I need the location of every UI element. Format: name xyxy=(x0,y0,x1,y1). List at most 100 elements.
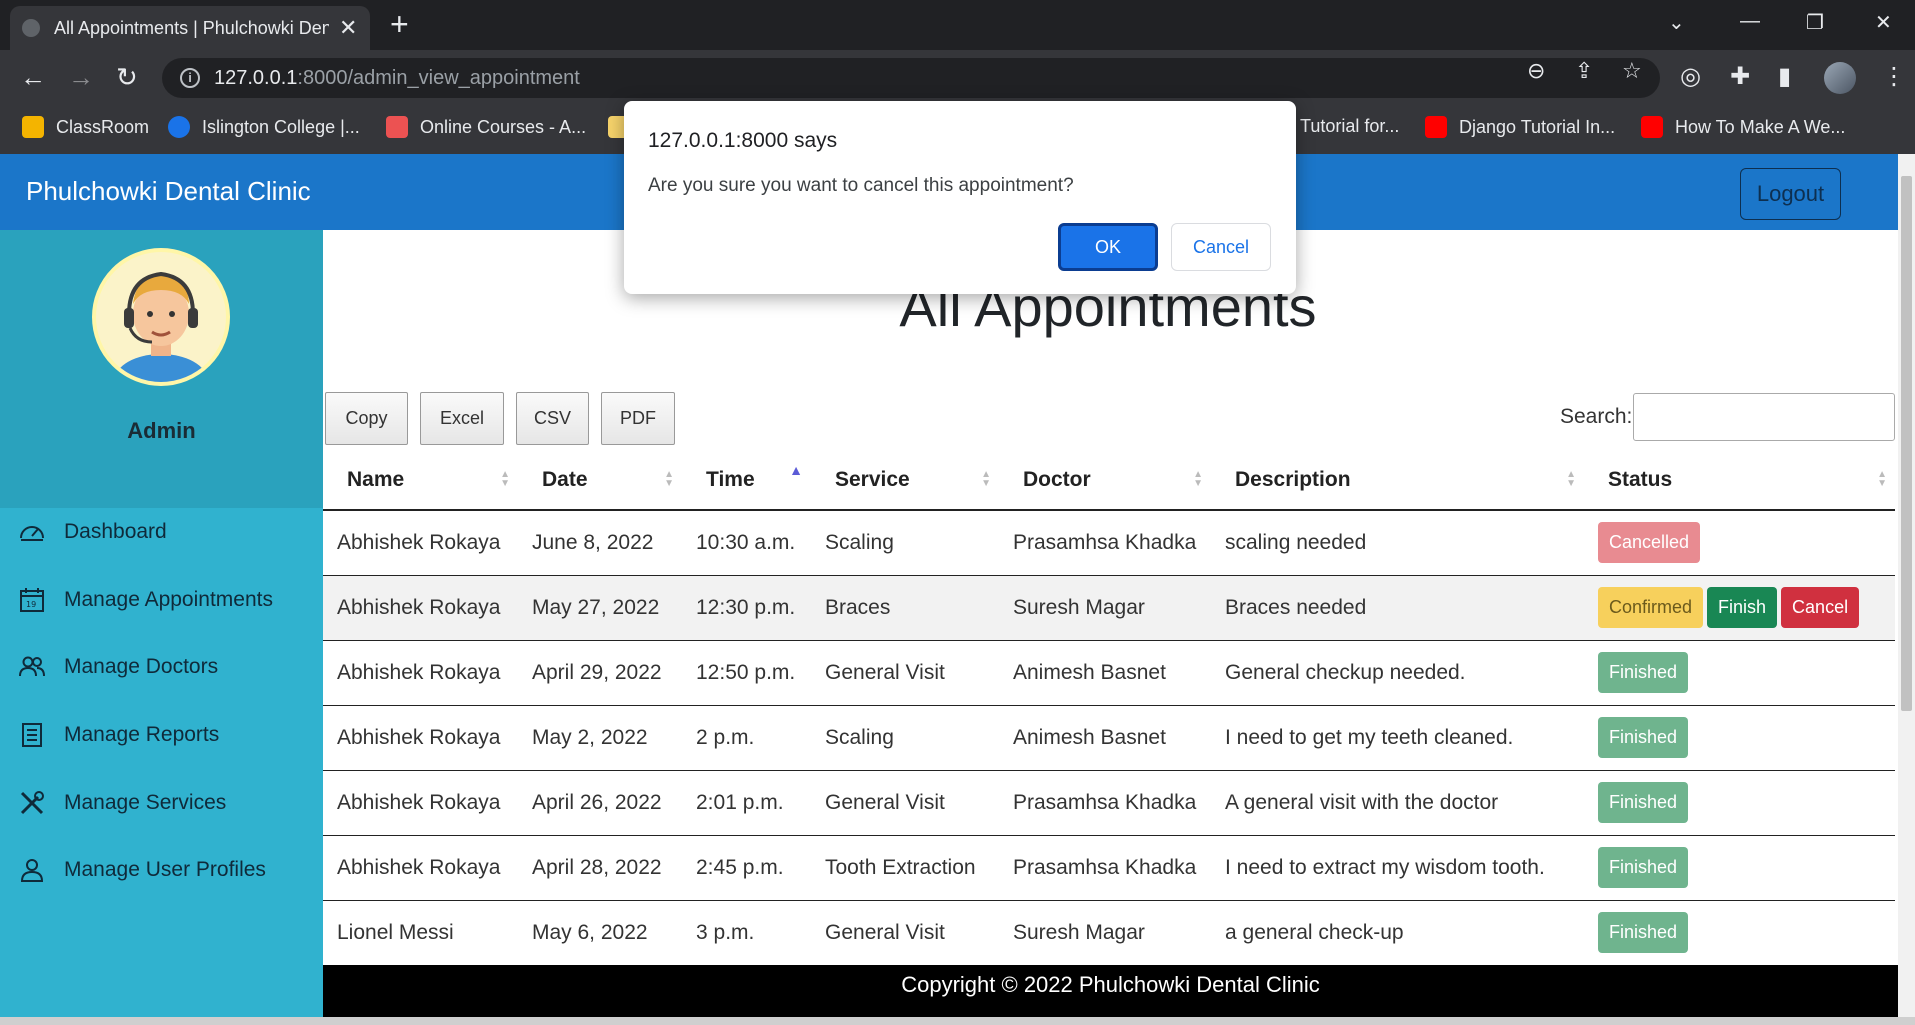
zoom-icon[interactable]: ⊖ xyxy=(1527,58,1545,84)
cell-time: 3 p.m. xyxy=(682,900,811,966)
table-row: Abhishek Rokaya April 29, 2022 12:50 p.m… xyxy=(323,640,1895,706)
bookmark-item[interactable]: Islington College |... xyxy=(168,116,360,138)
calendar-icon: 19 xyxy=(20,588,44,612)
column-header-doctor[interactable]: Doctor ▲ ▼ xyxy=(999,450,1211,511)
sidebar-item-reports[interactable]: Manage Reports xyxy=(18,721,219,749)
search-label: Search: xyxy=(1560,405,1633,428)
vertical-scrollbar[interactable] xyxy=(1898,154,1915,1017)
cell-service: General Visit xyxy=(811,900,999,966)
user-icon xyxy=(20,859,44,882)
pdf-button[interactable]: PDF xyxy=(601,392,675,445)
url-path: :8000/admin_view_appointment xyxy=(297,66,580,89)
bookmark-item[interactable]: Django Tutorial In... xyxy=(1425,116,1615,138)
udemy-icon xyxy=(386,116,408,138)
scrollbar-thumb[interactable] xyxy=(1901,176,1912,711)
bookmark-item[interactable]: Tutorial for... xyxy=(1300,116,1399,137)
cell-description: A general visit with the doctor xyxy=(1211,770,1584,836)
status-badge: Finished xyxy=(1598,717,1689,758)
cell-doctor: Animesh Basnet xyxy=(999,705,1211,771)
horizontal-scrollbar[interactable] xyxy=(0,1017,1915,1025)
new-tab-icon[interactable]: + xyxy=(390,8,409,40)
bookmark-label: ClassRoom xyxy=(56,116,150,137)
url-host: 127.0.0.1 xyxy=(214,66,298,89)
csv-button[interactable]: CSV xyxy=(516,392,589,445)
sort-ascending-icon: ▲ xyxy=(789,462,803,478)
confirm-dialog: 127.0.0.1:8000 says Are you sure you wan… xyxy=(624,101,1296,294)
restore-icon[interactable]: ❐ xyxy=(1806,10,1824,35)
finish-button[interactable]: Finish xyxy=(1707,587,1778,628)
cell-time: 2:01 p.m. xyxy=(682,770,811,836)
cell-date: June 8, 2022 xyxy=(518,510,682,576)
logout-button[interactable]: Logout xyxy=(1740,168,1841,220)
cell-service: General Visit xyxy=(811,770,999,836)
side-panel-icon[interactable]: ▮ xyxy=(1778,62,1791,91)
cell-date: April 29, 2022 xyxy=(518,640,682,706)
column-header-label: Date xyxy=(542,467,588,491)
tab-close-icon[interactable]: ✕ xyxy=(339,15,357,41)
search-input[interactable] xyxy=(1633,393,1895,441)
cancel-appointment-button[interactable]: Cancel xyxy=(1781,587,1860,628)
column-header-status[interactable]: Status ▲ ▼ xyxy=(1584,450,1895,511)
cell-description: I need to get my teeth cleaned. xyxy=(1211,705,1584,771)
bookmark-label: Online Courses - A... xyxy=(420,116,587,137)
browser-tab[interactable]: All Appointments | Phulchowki Dental Cli… xyxy=(10,6,370,50)
reload-icon[interactable]: ↻ xyxy=(116,62,138,92)
bookmark-item[interactable]: Online Courses - A... xyxy=(386,116,586,138)
column-header-label: Name xyxy=(347,467,405,491)
extensions-puzzle-icon[interactable]: ✚ xyxy=(1730,62,1750,91)
sidebar-item-doctors[interactable]: Manage Doctors xyxy=(18,653,218,681)
cell-time: 12:30 p.m. xyxy=(682,575,811,641)
sidebar-item-label: Manage Appointments xyxy=(64,588,273,611)
cell-doctor: Prasamhsa Khadka xyxy=(999,835,1211,901)
cell-name: Abhishek Rokaya xyxy=(323,510,518,576)
table-row: Abhishek Rokaya April 28, 2022 2:45 p.m.… xyxy=(323,835,1895,901)
window-close-icon[interactable]: ✕ xyxy=(1875,10,1892,35)
site-info-icon[interactable]: i xyxy=(180,68,200,88)
back-icon[interactable]: ← xyxy=(20,62,46,92)
status-badge: Cancelled xyxy=(1598,522,1701,564)
column-header-description[interactable]: Description ▲ ▼ xyxy=(1211,450,1584,511)
copy-button[interactable]: Copy xyxy=(325,392,408,445)
address-bar[interactable]: i 127.0.0.1:8000/admin_view_appointment xyxy=(162,58,1660,98)
cell-date: May 2, 2022 xyxy=(518,705,682,771)
dialog-ok-button[interactable]: OK xyxy=(1058,223,1158,271)
minimize-icon[interactable]: — xyxy=(1740,10,1760,33)
forward-icon[interactable]: → xyxy=(68,62,94,92)
sidebar-item-user-profiles[interactable]: Manage User Profiles xyxy=(18,856,266,884)
excel-button[interactable]: Excel xyxy=(420,392,504,445)
share-icon[interactable]: ⇪ xyxy=(1575,58,1593,84)
table-header-row: Name ▲ ▼ Date ▲ ▼ Time ▲ Service ▲ ▼ Doctor ▲ ▼ D… xyxy=(323,450,1895,511)
cell-service: General Visit xyxy=(811,640,999,706)
cell-doctor: Prasamhsa Khadka xyxy=(999,770,1211,836)
dialog-cancel-button[interactable]: Cancel xyxy=(1171,223,1271,271)
dialog-message: Are you sure you want to cancel this app… xyxy=(648,175,1074,196)
sidebar-item-appointments[interactable]: 19 Manage Appointments xyxy=(18,586,273,614)
sidebar-item-label: Dashboard xyxy=(64,520,167,543)
svg-text:19: 19 xyxy=(26,600,36,609)
sidebar-item-label: Manage User Profiles xyxy=(64,858,266,881)
column-header-date[interactable]: Date ▲ ▼ xyxy=(518,450,682,511)
bookmark-item[interactable]: ClassRoom xyxy=(22,116,149,138)
tab-search-icon[interactable]: ⌄ xyxy=(1668,10,1685,35)
cell-service: Braces xyxy=(811,575,999,641)
column-header-service[interactable]: Service ▲ ▼ xyxy=(811,450,999,511)
users-icon xyxy=(19,656,45,677)
sort-icon: ▲ ▼ xyxy=(1193,469,1203,489)
profile-avatar[interactable] xyxy=(1824,62,1856,94)
brand-link[interactable]: Phulchowki Dental Clinic xyxy=(26,176,311,207)
cell-date: May 6, 2022 xyxy=(518,900,682,966)
cell-name: Abhishek Rokaya xyxy=(323,770,518,836)
profile-box: Admin xyxy=(0,230,323,508)
sidebar-item-dashboard[interactable]: Dashboard xyxy=(18,518,167,546)
cell-name: Abhishek Rokaya xyxy=(323,575,518,641)
column-header-name[interactable]: Name ▲ ▼ xyxy=(323,450,518,511)
extension-glasses-icon[interactable]: ◎ xyxy=(1680,62,1701,91)
sidebar-item-services[interactable]: Manage Services xyxy=(18,789,226,817)
cell-status: Finished xyxy=(1584,705,1895,771)
bookmark-item[interactable]: How To Make A We... xyxy=(1641,116,1845,138)
tab-title: All Appointments | Phulchowki Dental Cli… xyxy=(54,17,329,38)
cell-name: Lionel Messi xyxy=(323,900,518,966)
column-header-time[interactable]: Time ▲ xyxy=(682,450,811,511)
bookmark-star-icon[interactable]: ☆ xyxy=(1622,58,1642,84)
browser-menu-icon[interactable]: ⋮ xyxy=(1882,62,1906,91)
